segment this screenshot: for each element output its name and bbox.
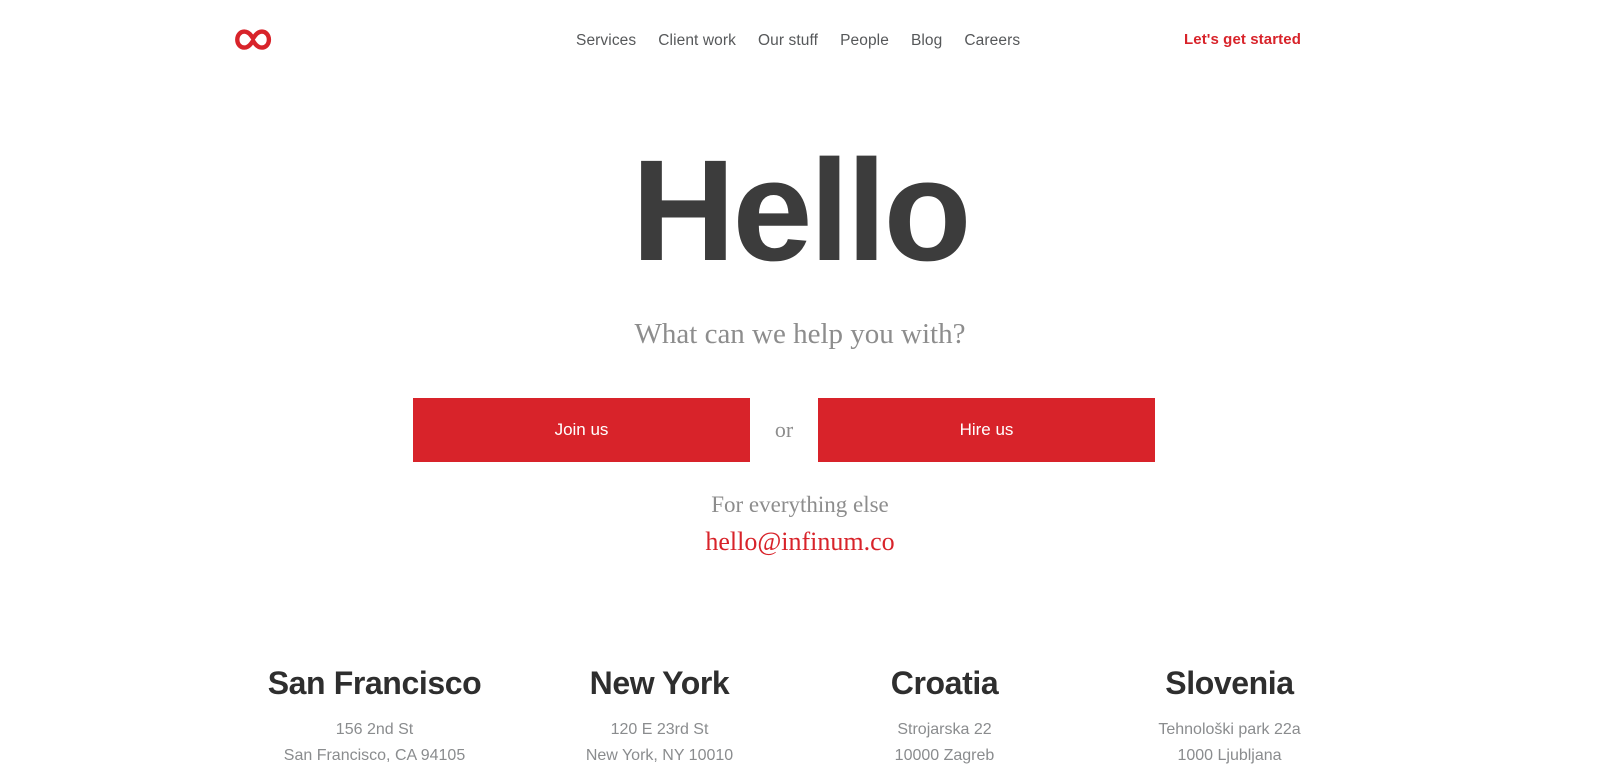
office-address-line2: New York, NY 10010 bbox=[585, 747, 734, 764]
office-card: San Francisco 156 2nd St San Francisco, … bbox=[232, 662, 517, 769]
office-city: New York bbox=[589, 665, 730, 701]
office-address-line1: 120 E 23rd St bbox=[610, 721, 709, 738]
nav-item-services[interactable]: Services bbox=[576, 31, 636, 51]
hire-us-button[interactable]: Hire us bbox=[818, 398, 1155, 462]
main-navigation: Services Client work Our stuff People Bl… bbox=[576, 31, 1020, 51]
office-card: Croatia Strojarska 22 10000 Zagreb bbox=[802, 662, 1087, 769]
everything-else-label: For everything else bbox=[711, 492, 889, 517]
office-address: 156 2nd St San Francisco, CA 94105 bbox=[232, 717, 517, 769]
cta-separator: or bbox=[774, 417, 794, 442]
nav-item-people[interactable]: People bbox=[840, 31, 889, 51]
infinity-logo-icon[interactable] bbox=[232, 27, 274, 53]
office-address: 120 E 23rd St New York, NY 10010 bbox=[517, 717, 802, 769]
office-address-line2: San Francisco, CA 94105 bbox=[283, 747, 466, 764]
join-us-button[interactable]: Join us bbox=[413, 398, 750, 462]
nav-item-our-stuff[interactable]: Our stuff bbox=[758, 31, 818, 51]
office-address-line1: Strojarska 22 bbox=[897, 721, 992, 738]
office-card: Slovenia Tehnološki park 22a 1000 Ljublj… bbox=[1087, 662, 1372, 769]
office-address-line2: 1000 Ljubljana bbox=[1177, 747, 1282, 764]
get-started-button[interactable]: Let's get started bbox=[1184, 31, 1301, 48]
office-address: Tehnološki park 22a 1000 Ljubljana bbox=[1087, 717, 1372, 769]
office-address-line2: 10000 Zagreb bbox=[894, 747, 995, 764]
office-address-line1: Tehnološki park 22a bbox=[1158, 721, 1301, 738]
office-city: Slovenia bbox=[1165, 665, 1294, 701]
office-address: Strojarska 22 10000 Zagreb bbox=[802, 717, 1087, 769]
hero-subtitle: What can we help you with? bbox=[634, 318, 966, 350]
site-header: Services Client work Our stuff People Bl… bbox=[0, 0, 1600, 82]
page-title: Hello bbox=[631, 130, 971, 291]
page-root: Services Client work Our stuff People Bl… bbox=[0, 0, 1600, 775]
cta-button-row: Join us or Hire us bbox=[413, 398, 1155, 462]
office-city: Croatia bbox=[890, 665, 999, 701]
nav-item-careers[interactable]: Careers bbox=[964, 31, 1020, 51]
offices-list: San Francisco 156 2nd St San Francisco, … bbox=[232, 662, 1372, 769]
office-card: New York 120 E 23rd St New York, NY 1001… bbox=[517, 662, 802, 769]
office-city: San Francisco bbox=[267, 665, 482, 701]
office-address-line1: 156 2nd St bbox=[335, 721, 414, 738]
nav-item-client-work[interactable]: Client work bbox=[658, 31, 736, 51]
nav-item-blog[interactable]: Blog bbox=[911, 31, 942, 51]
contact-email-link[interactable]: hello@infinum.co bbox=[0, 525, 1600, 559]
